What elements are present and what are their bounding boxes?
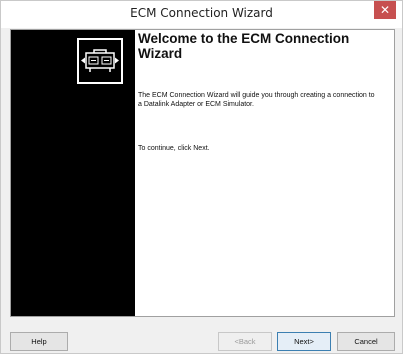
ecm-module-icon-graphic (81, 49, 119, 72)
help-button[interactable]: Help (10, 332, 68, 351)
close-icon: ✕ (379, 3, 391, 17)
wizard-description: The ECM Connection Wizard will guide you… (138, 92, 375, 108)
wizard-window: ECM Connection Wizard ✕ Welcome to the E… (0, 0, 403, 354)
wizard-side-panel (11, 30, 135, 316)
ecm-module-icon (77, 38, 123, 84)
window-title: ECM Connection Wizard (130, 6, 273, 20)
wizard-instruction: To continue, click Next. (138, 145, 210, 152)
title-bar[interactable]: ECM Connection Wizard ✕ (1, 1, 402, 28)
back-button[interactable]: <Back (218, 332, 272, 351)
wizard-content: Welcome to the ECM Connection Wizard The… (138, 30, 388, 152)
close-button[interactable]: ✕ (374, 1, 396, 19)
cancel-button[interactable]: Cancel (337, 332, 395, 351)
page-title: Welcome to the ECM Connection Wizard (138, 31, 350, 61)
wizard-page: Welcome to the ECM Connection Wizard The… (10, 29, 395, 317)
next-button[interactable]: Next> (277, 332, 331, 351)
